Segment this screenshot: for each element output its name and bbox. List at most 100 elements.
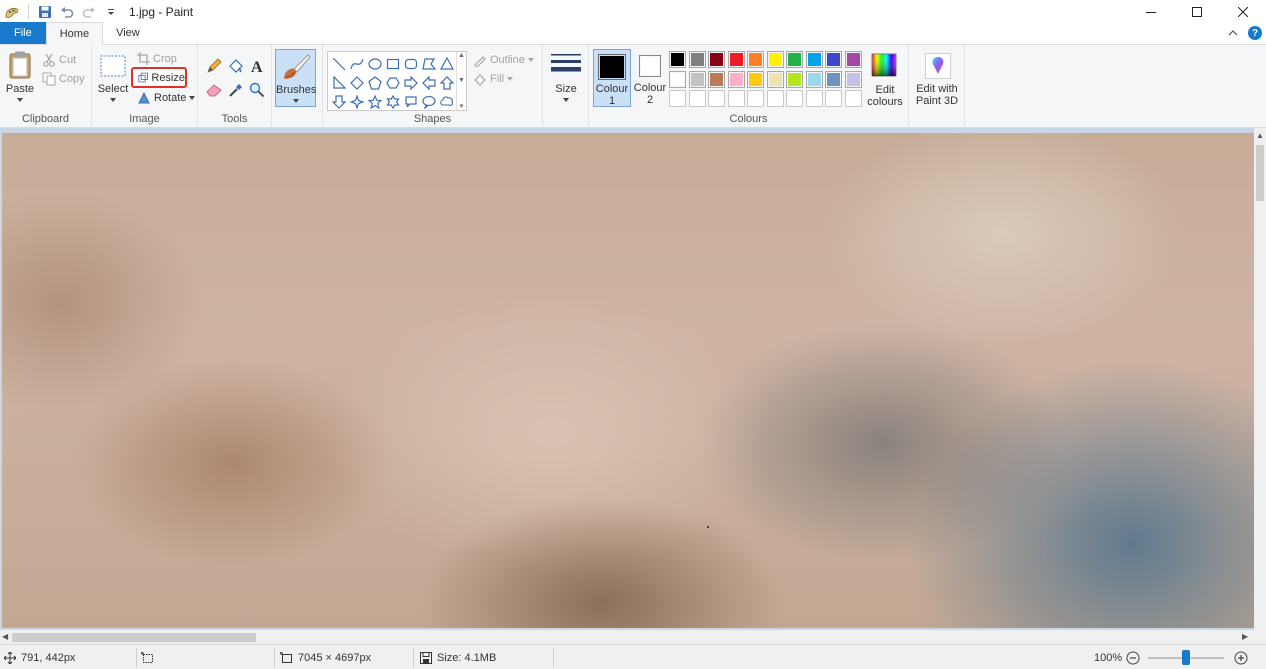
text-tool-icon[interactable]: A (249, 57, 265, 75)
zoom-slider-thumb[interactable] (1182, 650, 1190, 665)
custom-colour-slot[interactable] (708, 90, 725, 107)
polygon-shape-icon[interactable] (420, 54, 438, 73)
custom-colour-slot[interactable] (727, 90, 745, 107)
five-point-star-shape-icon[interactable] (366, 92, 384, 111)
minimize-button[interactable] (1128, 0, 1174, 23)
custom-colour-slot[interactable] (825, 90, 842, 107)
palette-swatch[interactable] (669, 70, 686, 88)
edit-with-paint3d-button[interactable]: Edit with Paint 3D (913, 51, 961, 109)
crop-button[interactable]: Crop (137, 52, 177, 65)
gallery-up-icon[interactable]: ▲ (458, 52, 465, 59)
resize-button[interactable]: Resize (131, 67, 187, 88)
palette-swatch[interactable] (825, 70, 842, 88)
zoom-out-icon[interactable] (1126, 651, 1140, 665)
pencil-icon[interactable] (206, 58, 222, 74)
copy-button[interactable]: Copy (42, 72, 85, 86)
image-canvas[interactable] (2, 133, 1254, 628)
palette-swatch[interactable] (805, 70, 823, 88)
palette-swatch[interactable] (708, 70, 725, 88)
custom-colour-slot[interactable] (747, 90, 764, 107)
cut-button[interactable]: Cut (42, 53, 76, 67)
palette-swatch[interactable] (708, 51, 725, 68)
shapes-gallery-scroll[interactable]: ▲ ▼ ▾ (456, 52, 466, 110)
palette-swatch[interactable] (747, 70, 764, 88)
oval-shape-icon[interactable] (366, 54, 384, 73)
select-button[interactable]: Select (98, 53, 128, 107)
gallery-more-icon[interactable]: ▾ (460, 102, 464, 110)
brushes-button[interactable]: Brushes (275, 49, 316, 107)
rounded-callout-shape-icon[interactable] (402, 92, 420, 111)
palette-swatch[interactable] (825, 51, 842, 68)
tab-file[interactable]: File (0, 22, 46, 44)
maximize-button[interactable] (1174, 0, 1220, 23)
palette-swatch[interactable] (727, 51, 745, 68)
palette-swatch[interactable] (688, 51, 706, 68)
colour-picker-icon[interactable] (228, 82, 244, 98)
palette-swatch[interactable] (669, 51, 686, 68)
vertical-scroll-thumb[interactable] (1256, 145, 1264, 201)
six-point-star-shape-icon[interactable] (384, 92, 402, 111)
scroll-left-icon[interactable]: ◀ (2, 632, 8, 641)
pentagon-shape-icon[interactable] (366, 73, 384, 92)
right-arrow-shape-icon[interactable] (402, 73, 420, 92)
palette-swatch[interactable] (747, 51, 764, 68)
paste-button[interactable]: Paste (4, 51, 36, 107)
rectangle-shape-icon[interactable] (384, 54, 402, 73)
rounded-rectangle-shape-icon[interactable] (402, 54, 420, 73)
curve-shape-icon[interactable] (348, 54, 366, 73)
vertical-scrollbar[interactable]: ▲ (1254, 128, 1266, 630)
edit-colours-button[interactable]: Edit colours (867, 51, 903, 108)
outline-button[interactable]: Outline (473, 53, 534, 67)
paint-app-icon[interactable] (4, 4, 20, 20)
collapse-ribbon-icon[interactable] (1228, 29, 1238, 37)
custom-colour-slot[interactable] (844, 90, 862, 107)
size-button[interactable]: Size (547, 51, 585, 107)
eraser-icon[interactable] (206, 83, 222, 97)
palette-swatch[interactable] (766, 51, 784, 68)
horizontal-scroll-thumb[interactable] (12, 633, 256, 642)
line-shape-icon[interactable] (330, 54, 348, 73)
zoom-in-icon[interactable] (1234, 651, 1248, 665)
colour2-button[interactable]: Colour 2 (633, 49, 667, 107)
right-triangle-shape-icon[interactable] (330, 73, 348, 92)
undo-icon[interactable] (59, 4, 75, 20)
horizontal-scrollbar[interactable]: ◀ ▶ (0, 630, 1266, 644)
oval-callout-shape-icon[interactable] (420, 92, 438, 111)
tab-home[interactable]: Home (45, 22, 104, 45)
magnifier-icon[interactable] (249, 82, 265, 98)
palette-swatch[interactable] (805, 51, 823, 68)
custom-colour-slot[interactable] (688, 90, 706, 107)
gallery-down-icon[interactable]: ▼ (458, 77, 465, 84)
tab-view[interactable]: View (103, 22, 153, 44)
palette-swatch[interactable] (786, 51, 803, 68)
colour1-button[interactable]: Colour 1 (593, 49, 631, 107)
down-arrow-shape-icon[interactable] (330, 92, 348, 111)
cloud-callout-shape-icon[interactable] (438, 92, 456, 111)
fill-button[interactable]: Fill (473, 72, 514, 86)
custom-colour-slot[interactable] (805, 90, 823, 107)
palette-swatch[interactable] (727, 70, 745, 88)
triangle-shape-icon[interactable] (438, 54, 456, 73)
four-point-star-shape-icon[interactable] (348, 92, 366, 111)
palette-swatch[interactable] (786, 70, 803, 88)
rotate-button[interactable]: Rotate (137, 91, 196, 105)
palette-swatch[interactable] (844, 70, 862, 88)
close-button[interactable] (1220, 0, 1266, 23)
scroll-up-icon[interactable]: ▲ (1256, 131, 1264, 140)
fill-bucket-icon[interactable] (228, 58, 244, 74)
up-arrow-shape-icon[interactable] (438, 73, 456, 92)
help-icon[interactable]: ? (1248, 26, 1262, 40)
palette-swatch[interactable] (766, 70, 784, 88)
diamond-shape-icon[interactable] (348, 73, 366, 92)
save-icon[interactable] (37, 4, 53, 20)
palette-swatch[interactable] (688, 70, 706, 88)
custom-colour-slot[interactable] (669, 90, 686, 107)
scroll-right-icon[interactable]: ▶ (1242, 632, 1248, 641)
redo-icon[interactable] (81, 4, 97, 20)
custom-colour-slot[interactable] (786, 90, 803, 107)
left-arrow-shape-icon[interactable] (420, 73, 438, 92)
hexagon-shape-icon[interactable] (384, 73, 402, 92)
customize-qat-icon[interactable] (103, 4, 119, 20)
palette-swatch[interactable] (844, 51, 862, 68)
custom-colour-slot[interactable] (766, 90, 784, 107)
